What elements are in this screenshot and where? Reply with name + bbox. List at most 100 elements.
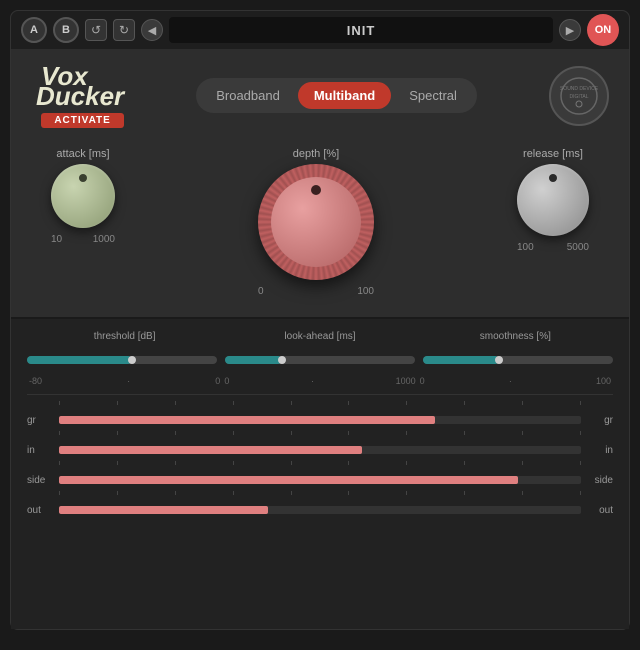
lookahead-max: 1000 [396,376,416,386]
logo-ducker: Ducker [36,83,124,109]
meter-out-row: out out [27,499,613,521]
meter-tick-mid3 [27,491,613,499]
sliders-section: threshold [dB] look-ahead [ms] smoothnes… [27,331,613,386]
release-knob-group: release [ms] 100 5000 [517,148,589,253]
smoothness-fill [423,356,499,364]
threshold-dot: · [127,376,130,386]
smoothness-scale: 0 · 100 [418,376,613,386]
lookahead-label: look-ahead [ms] [222,331,417,342]
tick-3 [175,401,176,405]
threshold-fill [27,356,132,364]
tick-6 [348,401,349,405]
smoothness-slider[interactable] [423,350,613,370]
tab-multiband[interactable]: Multiband [298,82,391,109]
bottom-panel: threshold [dB] look-ahead [ms] smoothnes… [11,319,629,629]
lookahead-scale: 0 · 1000 [222,376,417,386]
meter-ticks-top [59,401,581,405]
lookahead-slider[interactable] [225,350,415,370]
meter-ticks-mid3 [59,491,581,495]
threshold-track [27,356,217,364]
plugin-container: A B ↺ ↻ ◀ INIT ▶ ON Vox Ducker ACTIVATE [10,10,630,630]
smoothness-track [423,356,613,364]
release-label: release [ms] [523,148,583,160]
on-off-button[interactable]: ON [587,14,619,46]
next-preset-btn[interactable]: ▶ [559,19,581,41]
main-area: Vox Ducker ACTIVATE Broadband Multiband … [11,49,629,629]
meter-side-label-right: side [585,475,613,486]
smoothness-max: 100 [596,376,611,386]
tick-5 [291,401,292,405]
threshold-min: -80 [29,376,42,386]
preset-name: INIT [169,17,553,43]
attack-knob[interactable] [51,164,115,228]
svg-text:DIGITAL: DIGITAL [569,94,588,100]
release-knob[interactable] [517,164,589,236]
meter-in-label-right: in [585,445,613,456]
tick-7 [406,401,407,405]
tick-1 [59,401,60,405]
meter-in-fill [59,446,362,454]
slider-row [27,350,613,370]
threshold-thumb[interactable] [128,356,136,364]
brand-logo: SOUND DEVICE DIGITAL [549,66,609,126]
meter-side-bar [59,476,581,484]
depth-knob[interactable] [258,164,374,280]
top-panel: Vox Ducker ACTIVATE Broadband Multiband … [11,49,629,319]
lookahead-track [225,356,415,364]
depth-label: depth [%] [293,148,339,160]
meter-tick-mid1 [27,431,613,439]
tick-8 [464,401,465,405]
meter-out-label-left: out [27,505,55,516]
smoothness-dot: · [509,376,512,386]
release-scale: 100 5000 [517,242,589,253]
meter-gr-row: gr gr [27,409,613,431]
toolbar: A B ↺ ↻ ◀ INIT ▶ ON [11,11,629,49]
threshold-scale: -80 · 0 [27,376,222,386]
threshold-slider[interactable] [27,350,217,370]
depth-scale: 0 100 [258,286,374,297]
meter-in-label-left: in [27,445,55,456]
undo-icon[interactable]: ↺ [85,19,107,41]
smoothness-thumb[interactable] [495,356,503,364]
sliders-labels: threshold [dB] look-ahead [ms] smoothnes… [27,331,613,342]
threshold-max: 0 [215,376,220,386]
attack-label: attack [ms] [56,148,109,160]
btn-b[interactable]: B [53,17,79,43]
tick-9 [522,401,523,405]
btn-a[interactable]: A [21,17,47,43]
release-max: 5000 [567,242,589,253]
meter-out-fill [59,506,268,514]
svg-text:SOUND DEVICE: SOUND DEVICE [560,86,599,92]
release-min: 100 [517,242,534,253]
scale-row: -80 · 0 0 · 1000 0 · 100 [27,376,613,386]
tab-spectral[interactable]: Spectral [393,82,473,109]
lookahead-thumb[interactable] [278,356,286,364]
knobs-row: attack [ms] 10 1000 depth [%] 0 100 [31,140,609,301]
meter-side-row: side side [27,469,613,491]
prev-preset-btn[interactable]: ◀ [141,19,163,41]
tick-2 [117,401,118,405]
tick-4 [233,401,234,405]
lookahead-min: 0 [224,376,229,386]
meter-side-fill [59,476,518,484]
redo-icon[interactable]: ↻ [113,19,135,41]
meter-gr-label-right: gr [585,415,613,426]
attack-scale: 10 1000 [51,234,115,245]
meter-side-label-left: side [27,475,55,486]
depth-max: 100 [357,286,374,297]
meter-out-label-right: out [585,505,613,516]
meter-gr-bar [59,416,581,424]
meters-section: gr gr [27,394,613,521]
meter-ticks-mid1 [59,431,581,435]
logo: Vox Ducker ACTIVATE [31,63,124,128]
tick-10 [580,401,581,405]
attack-max: 1000 [93,234,115,245]
meter-out-bar [59,506,581,514]
tab-broadband[interactable]: Broadband [200,82,296,109]
activate-button[interactable]: ACTIVATE [41,113,124,128]
meter-ticks-mid2 [59,461,581,465]
header-row: Vox Ducker ACTIVATE Broadband Multiband … [31,63,609,128]
attack-knob-group: attack [ms] 10 1000 [51,148,115,245]
meter-tick-mid2 [27,461,613,469]
threshold-label: threshold [dB] [27,331,222,342]
